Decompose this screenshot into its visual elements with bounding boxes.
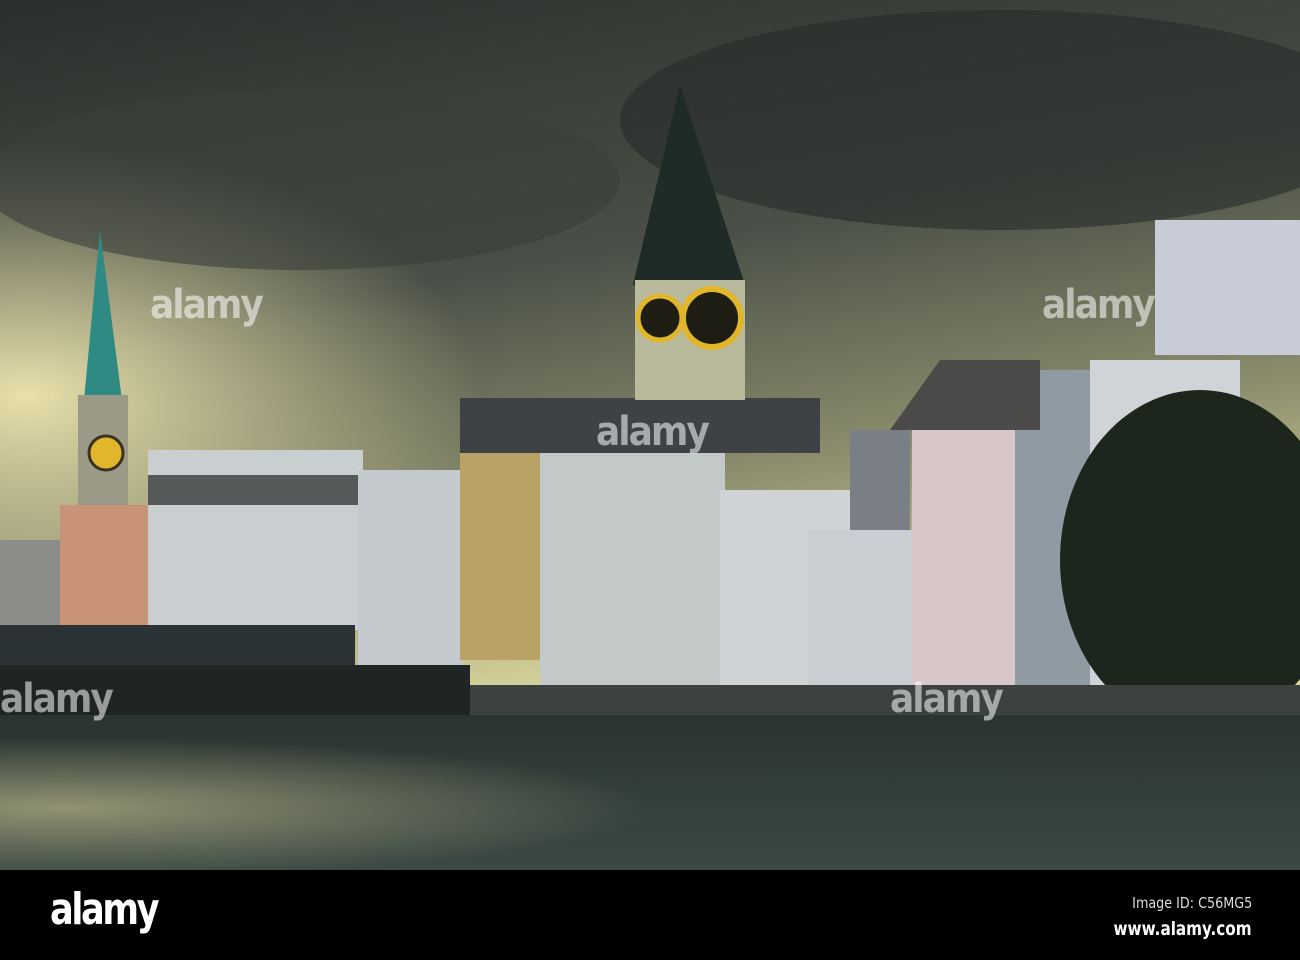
clock-face (680, 286, 744, 350)
cloud (0, 90, 620, 270)
watermark: alamy (1042, 282, 1155, 328)
building (1155, 220, 1300, 355)
site-url: www.alamy.com (1113, 918, 1252, 940)
watermark: alamy (150, 282, 263, 328)
roof (148, 475, 363, 505)
building (850, 430, 910, 530)
watermark: alamy (890, 676, 1003, 722)
watermark: alamy (596, 409, 709, 455)
footer-bar: alamy Image ID: C56MG5 www.alamy.com (0, 870, 1300, 960)
building (808, 530, 913, 690)
photo: alamy alamy alamy alamy alamy (0, 0, 1300, 870)
building (358, 470, 463, 665)
alamy-logo: alamy (50, 884, 160, 935)
watermark: alamy (0, 676, 113, 722)
clock-face (635, 293, 685, 343)
building (912, 420, 1022, 690)
building (0, 540, 65, 630)
river-sheen (0, 715, 1300, 870)
building (460, 430, 542, 660)
building (60, 505, 150, 625)
bridge (0, 625, 355, 670)
image-id: Image ID: C56MG5 (1131, 894, 1252, 912)
clock-face (87, 434, 125, 472)
